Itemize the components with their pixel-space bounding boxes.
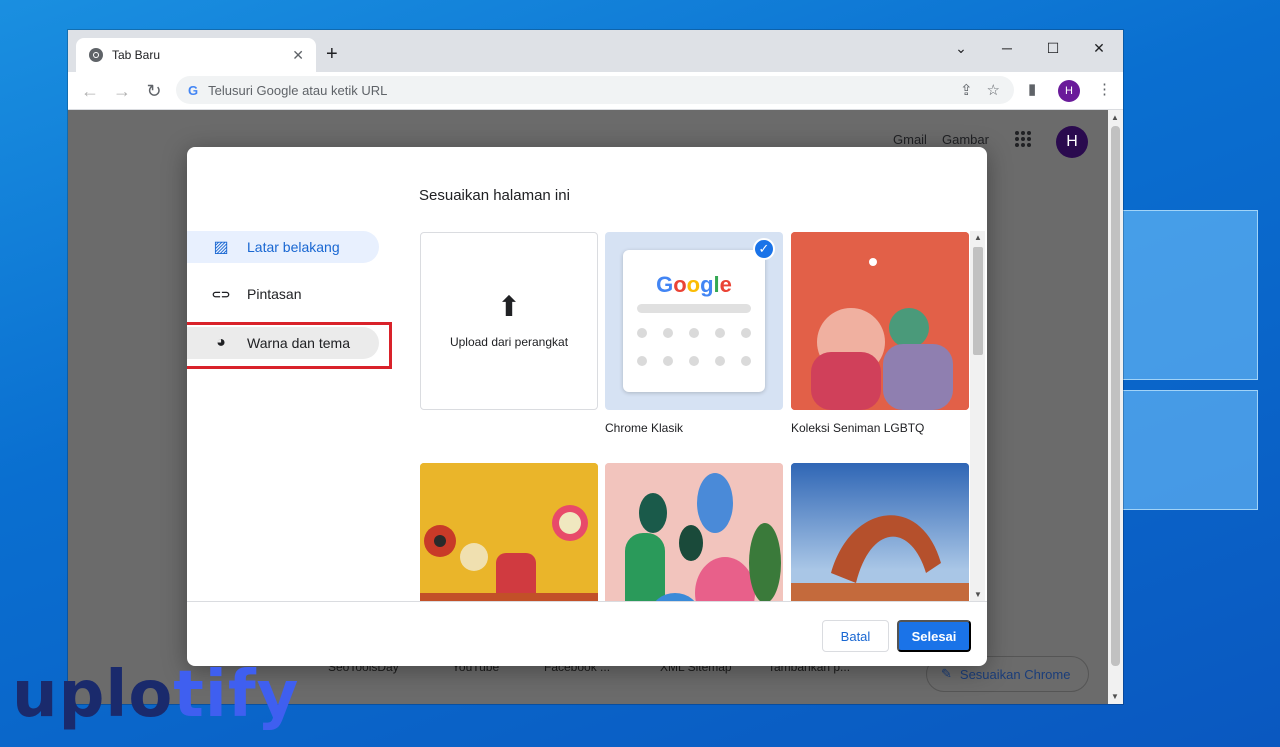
search-bar-preview [637, 304, 751, 313]
profile-avatar[interactable]: H [1058, 80, 1080, 102]
upload-icon: ⬆ [497, 291, 521, 322]
menu-item-label: Pintasan [247, 286, 302, 302]
background-grid: ⬆ Upload dari perangkat Google ✓ Chrome … [419, 231, 971, 601]
selected-check-icon: ✓ [753, 238, 775, 260]
shortcut-dot [689, 328, 699, 338]
lgbtq-art-tile[interactable] [791, 232, 969, 410]
maximize-button[interactable]: ☐ [1030, 34, 1076, 62]
apps-icon [1015, 131, 1031, 147]
uplotify-watermark: uplotify [12, 658, 300, 732]
flowers-illustration [420, 463, 598, 601]
google-logo: Google [656, 272, 732, 297]
menu-item-shortcuts[interactable]: ⊂⊃ Pintasan [187, 278, 379, 310]
images-link[interactable]: Gambar [942, 132, 989, 147]
share-icon[interactable]: ⇪ [960, 81, 973, 99]
lgbtq-illustration [791, 232, 969, 410]
shortcut-dot [663, 328, 673, 338]
dialog-scrollbar[interactable]: ▲ ▼ [970, 231, 985, 601]
cancel-button[interactable]: Batal [822, 620, 889, 652]
side-panel-icon[interactable]: ▮ [1028, 80, 1036, 98]
minimize-button[interactable]: ─ [984, 34, 1030, 62]
shortcut-dot [715, 356, 725, 366]
tab-search-icon[interactable]: ⌄ [938, 34, 984, 62]
image-icon: ▨ [213, 239, 229, 256]
shortcut-dot [637, 356, 647, 366]
omnibox[interactable]: G Telusuri Google atau ketik URL ⇪ ☆ [176, 76, 1014, 104]
tab-close-icon[interactable]: ✕ [292, 47, 304, 64]
scroll-down-icon[interactable]: ▼ [1111, 692, 1119, 701]
close-window-button[interactable]: ✕ [1076, 34, 1122, 62]
google-icon: G [188, 82, 199, 98]
flowers-yellow-tile[interactable] [420, 463, 598, 601]
shortcut-dot [637, 328, 647, 338]
shortcut-dot [715, 328, 725, 338]
bookmark-star-icon[interactable]: ☆ [987, 81, 1000, 99]
account-avatar[interactable]: H [1056, 126, 1088, 158]
shortcut-dot [741, 356, 751, 366]
toolbar: ← → ↻ G Telusuri Google atau ketik URL ⇪… [68, 72, 1123, 110]
shortcut-dot [689, 356, 699, 366]
customize-chrome-label: Sesuaikan Chrome [959, 666, 1071, 682]
dialog-title: Sesuaikan halaman ini [419, 187, 570, 204]
chrome-icon [89, 48, 103, 62]
tab-strip: Tab Baru ✕ + ⌄ ─ ☐ ✕ [68, 30, 1123, 72]
pencil-icon: ✎ [941, 666, 952, 681]
gmail-link[interactable]: Gmail [893, 132, 927, 147]
reload-button[interactable]: ↻ [142, 80, 166, 102]
omnibox-placeholder: Telusuri Google atau ketik URL [208, 82, 388, 98]
forward-button[interactable]: → [110, 80, 134, 102]
apps-grid-icon[interactable] [1014, 130, 1032, 153]
scroll-down-icon[interactable]: ▼ [974, 590, 982, 599]
menu-item-label: Latar belakang [247, 239, 340, 255]
menu-item-background[interactable]: ▨ Latar belakang [187, 231, 379, 263]
upload-label: Upload dari perangkat [449, 335, 569, 349]
classic-preview-card: Google [623, 250, 765, 392]
tab-new-tab[interactable]: Tab Baru ✕ [76, 38, 316, 72]
windows-logo [1120, 210, 1260, 510]
classic-label: Chrome Klasik [605, 421, 684, 435]
upload-tile[interactable]: ⬆ Upload dari perangkat [420, 232, 598, 410]
red-highlight-box [187, 322, 392, 369]
scroll-thumb[interactable] [1111, 126, 1120, 666]
chrome-classic-tile[interactable]: Google ✓ [605, 232, 783, 410]
shortcut-dot [741, 328, 751, 338]
tab-title: Tab Baru [112, 48, 161, 62]
page-scrollbar[interactable]: ▲ ▼ [1108, 110, 1123, 704]
back-button[interactable]: ← [78, 80, 102, 102]
new-tab-button[interactable]: + [326, 42, 338, 66]
dialog-footer: Batal Selesai [187, 601, 987, 666]
arch-photo [791, 463, 969, 601]
lgbtq-label: Koleksi Seniman LGBTQ [791, 421, 925, 435]
menu-icon[interactable]: ⋮ [1097, 80, 1112, 98]
dialog-scroll-thumb[interactable] [973, 247, 983, 355]
shortcut-dot [663, 356, 673, 366]
scroll-up-icon[interactable]: ▲ [974, 233, 982, 242]
leaves-illustration [605, 463, 783, 601]
flowers-pink-tile[interactable] [605, 463, 783, 601]
customize-dialog: Sesuaikan halaman ini ▨ Latar belakang ⊂… [187, 147, 987, 666]
link-icon: ⊂⊃ [211, 288, 231, 301]
scroll-up-icon[interactable]: ▲ [1111, 113, 1119, 122]
done-button[interactable]: Selesai [897, 620, 971, 652]
arch-landscape-tile[interactable] [791, 463, 969, 601]
